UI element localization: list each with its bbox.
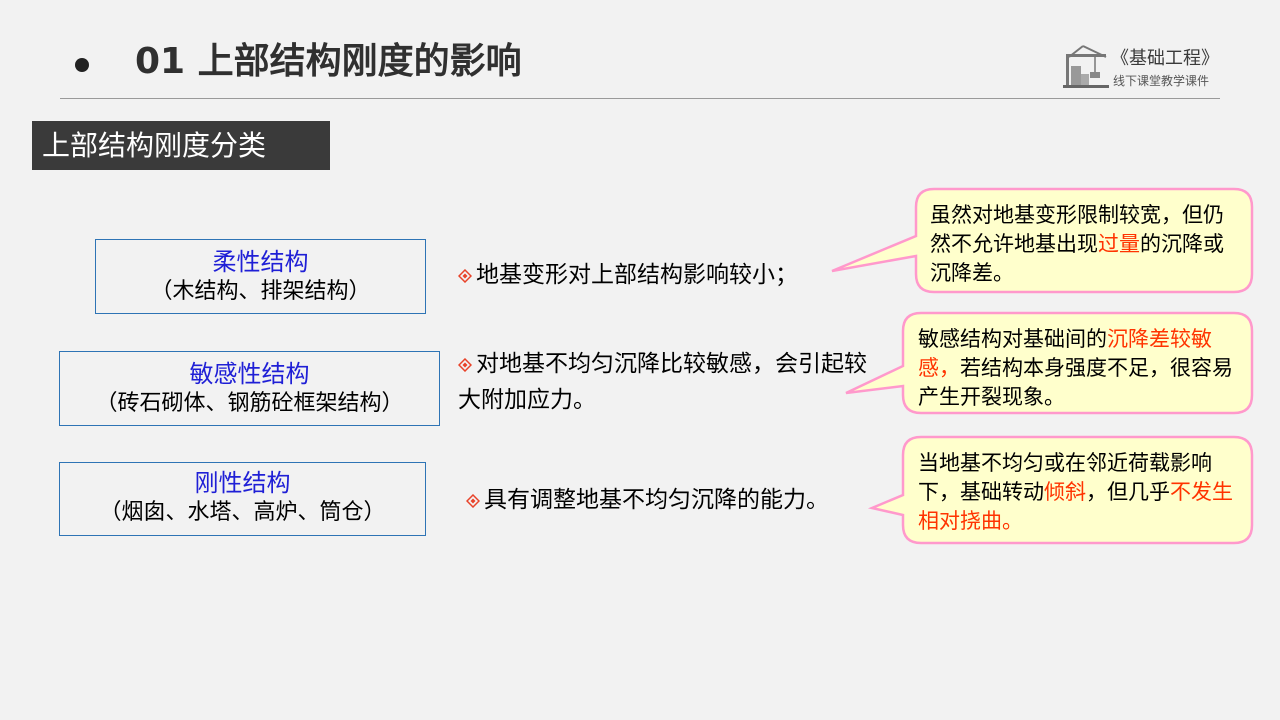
callout-highlight: 过量 (1098, 232, 1140, 256)
callout-text-sensitive: 敏感结构对基础间的沉降差较敏感，若结构本身强度不足，很容易产生开裂现象。 (918, 325, 1248, 412)
callout-text-flexible: 虽然对地基变形限制较宽，但仍然不允许地基出现过量的沉降或沉降差。 (930, 201, 1240, 288)
callout-text-part: 敏感结构对基础间的 (918, 327, 1107, 351)
callout-highlight: 倾斜 (1044, 480, 1086, 504)
callout-text-part: 若结构本身强度不足，很容易产生开裂现象。 (918, 356, 1233, 409)
callout-text-part: ，但几乎 (1086, 480, 1170, 504)
callout-text-rigid: 当地基不均匀或在邻近荷载影响下，基础转动倾斜，但几乎不发生相对挠曲。 (918, 449, 1248, 536)
